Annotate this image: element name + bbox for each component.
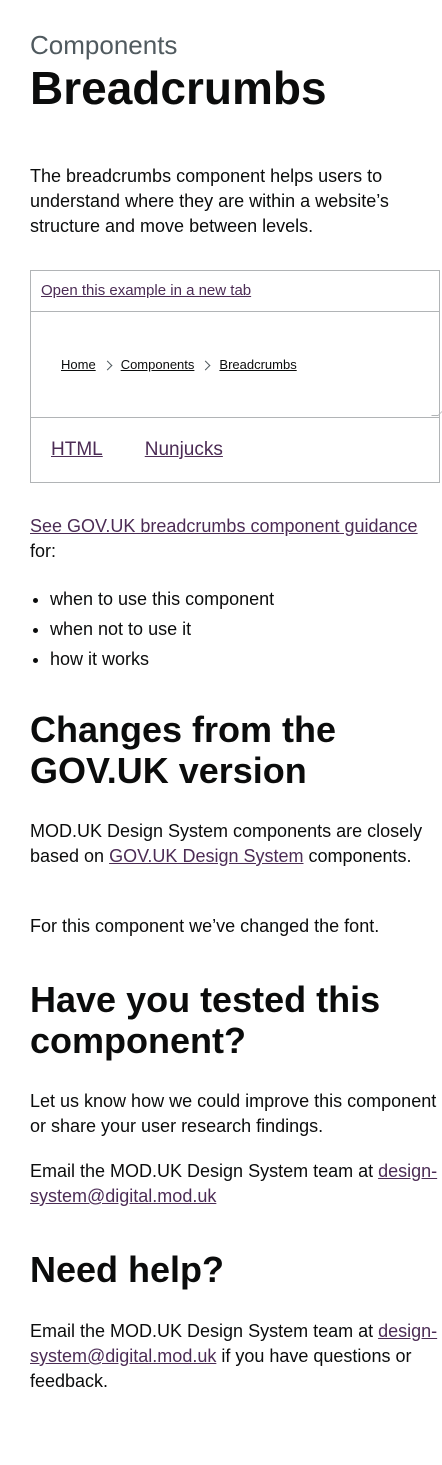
code-tabs: HTML Nunjucks [31,418,439,460]
tab-html[interactable]: HTML [51,440,103,460]
list-item: when to use this component [50,584,274,614]
chevron-right-icon [200,360,211,370]
page-caption: Components [30,30,178,60]
changes-para-2: For this component we’ve changed the fon… [30,916,380,936]
chevron-right-icon [102,360,113,370]
help-para: Email the MOD.UK Design System team at d… [30,1319,442,1394]
list-item: when not to use it [50,614,274,644]
tested-para-1: Let us know how we could improve this co… [30,1091,437,1136]
guidance-list: when to use this component when not to u… [30,584,274,674]
example-frame: Home Components Breadcrumbs [31,312,442,418]
help-heading: Need help? [30,1249,225,1290]
help-para-text: Email the MOD.UK Design System team at [30,1321,379,1341]
list-item: how it works [50,644,274,674]
open-example-link[interactable]: Open this example in a new tab [41,282,251,299]
tested-para-2-text: Email the MOD.UK Design System team at [30,1161,379,1181]
tested-heading: Have you tested this component? [30,979,381,1061]
changes-para-1-tail: components. [303,846,412,866]
guidance-suffix: for: [30,541,57,561]
breadcrumb-item-home: Home [61,356,96,374]
changes-heading: Changes from the GOV.UK version [30,709,337,791]
guidance-link[interactable]: See GOV.UK breadcrumbs component guidanc… [30,516,418,536]
example-panel: Open this example in a new tab Home Comp… [30,270,442,483]
breadcrumb-link-breadcrumbs[interactable]: Breadcrumbs [219,356,296,374]
breadcrumb-link-components[interactable]: Components [121,356,195,374]
intro-text: The breadcrumbs component helps users to… [30,166,389,236]
breadcrumb-item-components: Components [96,356,195,374]
changes-para-1: MOD.UK Design System components are clos… [30,819,442,869]
breadcrumb: Home Components Breadcrumbs [61,356,297,374]
tested-para-2: Email the MOD.UK Design System team at d… [30,1159,442,1209]
govuk-design-system-link[interactable]: GOV.UK Design System [109,846,303,866]
tab-nunjucks[interactable]: Nunjucks [145,440,223,460]
example-toolbar: Open this example in a new tab [31,271,439,312]
resize-handle-icon[interactable] [431,409,442,416]
breadcrumb-link-home[interactable]: Home [61,356,96,374]
breadcrumb-item-breadcrumbs: Breadcrumbs [194,356,297,374]
guidance-text: See GOV.UK breadcrumbs component guidanc… [30,514,442,564]
page-title: Breadcrumbs [30,62,327,114]
